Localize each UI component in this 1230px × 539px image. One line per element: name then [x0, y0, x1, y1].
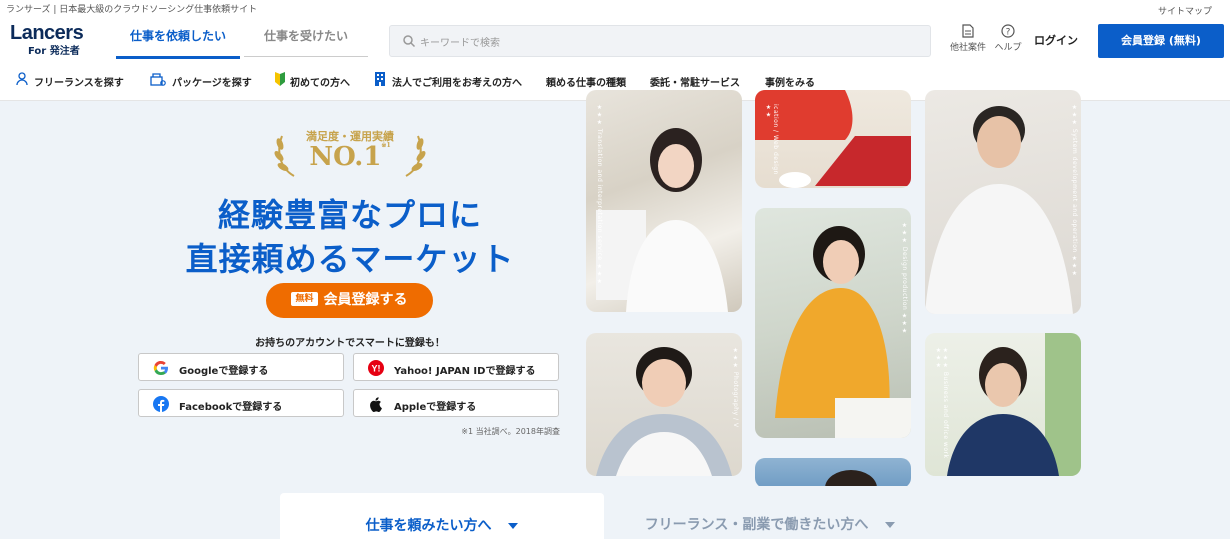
apple-icon [370, 397, 382, 412]
chevron-down-icon [508, 523, 519, 529]
photo-person-illustration [775, 226, 911, 438]
headline-line-1: 経験豊富なプロに [217, 196, 482, 234]
free-tag: 無料 [291, 291, 318, 306]
apple-signup-label: Appleで登録する [394, 402, 477, 413]
login-button[interactable]: ログイン [1034, 32, 1078, 48]
other-jobs-label: 他社案件 [949, 43, 986, 53]
search-icon [403, 35, 416, 48]
search-placeholder: キーワードで検索 [420, 38, 500, 49]
document-icon [962, 24, 974, 38]
photo-person-illustration [925, 106, 1073, 314]
photo-design-production: ★★★ Design production ★★★ [755, 208, 911, 438]
header: Lancers For 発注者 仕事を依頼したい 仕事を受けたい キーワードで検… [0, 16, 1230, 64]
chevron-down-icon [885, 522, 896, 528]
photo-partial [755, 458, 911, 488]
help-icon: ? [1001, 24, 1015, 38]
facebook-signup-label: Facebookで登録する [179, 402, 283, 413]
photo-business-office: ★★★ Business and office work ★★★ [925, 333, 1081, 476]
tab-clients[interactable]: 仕事を頼みたい方へ [280, 493, 604, 539]
register-cta-button[interactable]: 無料 会員登録する [266, 283, 433, 318]
nav-label: 初めての方へ [290, 78, 350, 89]
photo-system-development: ★★★ System development and operation ★★★ [925, 90, 1081, 314]
register-button[interactable]: 会員登録 (無料) [1098, 24, 1224, 58]
tab-freelancers-label: フリーランス・副業で働きたい方へ [620, 514, 920, 534]
logo[interactable]: Lancers For 発注者 [10, 22, 100, 57]
photo-web-design: ication / Web design ★★ [755, 90, 911, 188]
photo-caption: ★★★ Business and office work ★★★ [935, 347, 949, 459]
help-button[interactable]: ? ヘルプ [986, 24, 1030, 53]
laurel-left-icon [274, 135, 295, 177]
google-signup-button[interactable]: Googleで登録する [138, 353, 344, 381]
search-input[interactable]: キーワードで検索 [389, 25, 931, 57]
svg-text:Y!: Y! [372, 364, 381, 374]
award-rank-text: NO.1 [309, 142, 382, 172]
tab-clients-text: 仕事を頼みたい方へ [365, 518, 492, 534]
nav-label: 法人でご利用をお考えの方へ [392, 78, 522, 89]
top-strip: ランサーズ | 日本最大級のクラウドソーシング仕事依頼サイト サイトマップ [0, 0, 1230, 17]
photo-caption: ★★★ Photography / V [732, 347, 739, 428]
nav-job-types[interactable]: 頼める仕事の種類 [546, 74, 626, 89]
photo-caption: ★★★ Design production ★★★ [901, 222, 908, 336]
google-signup-label: Googleで登録する [179, 366, 269, 377]
nav-corporate[interactable]: 法人でご利用をお考えの方へ [374, 72, 522, 89]
nav-find-package[interactable]: パッケージを探す [150, 73, 252, 89]
tab-order-work[interactable]: 仕事を依頼したい [116, 16, 240, 59]
photo-caption: ★★★ System development and operation ★★★ [1071, 104, 1078, 278]
nav-label: パッケージを探す [172, 78, 252, 89]
nav-find-freelancer[interactable]: フリーランスを探す [16, 72, 124, 89]
audience-tabs: 仕事を頼みたい方へ フリーランス・副業で働きたい方へ [0, 486, 1230, 539]
photo-person-illustration [596, 128, 728, 312]
package-icon [150, 73, 166, 86]
person-icon [16, 72, 28, 86]
help-label: ヘルプ [994, 43, 1022, 53]
apple-signup-button[interactable]: Appleで登録する [353, 389, 559, 417]
tab-receive-work[interactable]: 仕事を受けたい [244, 16, 368, 57]
nav-beginners[interactable]: 初めての方へ [274, 72, 350, 89]
svg-text:?: ? [1006, 28, 1011, 38]
photo-person-illustration [596, 347, 732, 476]
photo-translation: ★★★ Translation and interpretation servi… [586, 90, 742, 312]
other-jobs-button[interactable]: 他社案件 [946, 24, 990, 53]
photo-photography: ★★★ Photography / V [586, 333, 742, 476]
facebook-signup-button[interactable]: Facebookで登録する [138, 389, 344, 417]
cta-label: 会員登録する [323, 292, 408, 308]
logo-name: Lancers [10, 22, 84, 44]
headline-line-2: 直接頼めるマーケット [185, 240, 515, 278]
yahoo-signup-label: Yahoo! JAPAN IDで登録する [394, 366, 536, 377]
logo-sub: For 発注者 [28, 46, 80, 57]
site-tagline: ランサーズ | 日本最大級のクラウドソーシング仕事依頼サイト [6, 5, 258, 15]
tab-freelancers-text: フリーランス・副業で働きたい方へ [644, 517, 869, 533]
social-login-prompt: お持ちのアカウントでスマートに登録も！ [255, 338, 445, 349]
photo-caption: ication / Web design ★★ [765, 104, 779, 175]
photo-caption: ★★★ Translation and interpretation servi… [596, 104, 603, 286]
building-icon [375, 72, 385, 86]
yahoo-signup-button[interactable]: Y! Yahoo! JAPAN IDで登録する [353, 353, 559, 381]
photo-person-illustration [825, 470, 877, 488]
footnote: ※1 当社調べ。2018年調査 [461, 427, 560, 436]
facebook-icon [153, 396, 169, 412]
award-badge: 満足度・運用実績 NO.1※1 [270, 128, 430, 182]
beginner-mark-icon [275, 72, 285, 86]
award-sup: ※1 [381, 142, 391, 149]
tab-clients-label: 仕事を頼みたい方へ [280, 515, 604, 535]
laurel-right-icon [405, 135, 426, 177]
yahoo-icon: Y! [368, 360, 384, 376]
google-icon [153, 360, 168, 376]
nav-label: フリーランスを探す [34, 78, 124, 89]
nav-outsourcing[interactable]: 委託・常駐サービス [650, 74, 740, 89]
nav-cases[interactable]: 事例をみる [765, 74, 815, 89]
